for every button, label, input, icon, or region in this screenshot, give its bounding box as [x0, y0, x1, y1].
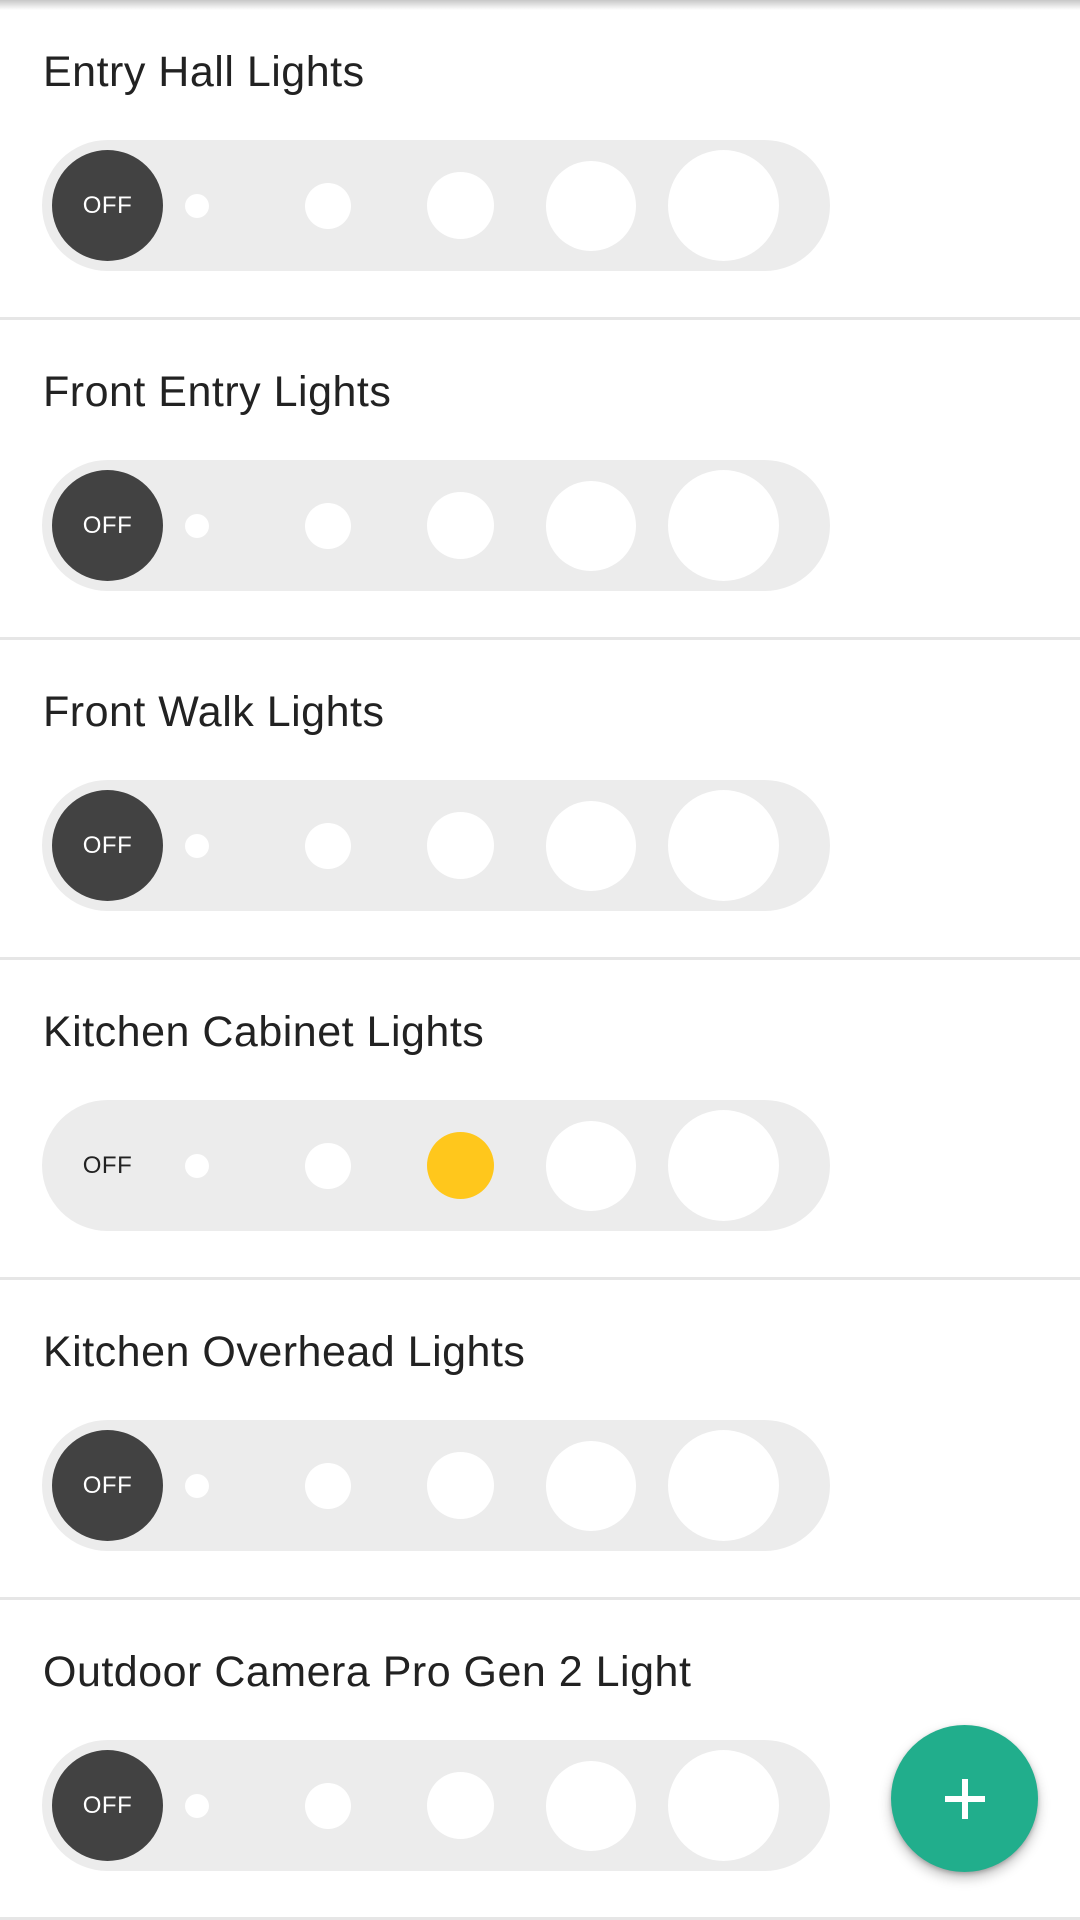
level-1-button[interactable]	[185, 1473, 209, 1498]
level-4-button[interactable]	[546, 160, 636, 251]
brightness-level-selector: OFF	[42, 780, 830, 911]
level-3-button[interactable]	[426, 1772, 494, 1839]
level-1-button[interactable]	[185, 513, 209, 538]
level-3-button[interactable]	[426, 1452, 494, 1519]
level-off-button[interactable]: OFF	[52, 1750, 163, 1861]
device-row: Front Entry Lights OFF	[0, 320, 1080, 640]
level-5-button[interactable]	[667, 1110, 779, 1221]
brightness-level-selector: OFF	[42, 1740, 830, 1871]
level-1-button[interactable]	[185, 1153, 209, 1178]
device-name: Front Walk Lights	[43, 688, 385, 736]
device-row: Kitchen Cabinet Lights OFF	[0, 960, 1080, 1280]
level-4-button[interactable]	[546, 480, 636, 571]
device-list: Entry Hall Lights OFF Front Entry Lights OF…	[0, 0, 1080, 1920]
level-5-button[interactable]	[667, 790, 779, 901]
off-label: OFF	[82, 1471, 133, 1499]
brightness-level-selector: OFF	[42, 1420, 830, 1551]
level-3-button[interactable]	[426, 492, 494, 559]
level-5-button[interactable]	[667, 1750, 779, 1861]
plus-icon	[944, 1778, 985, 1819]
off-label: OFF	[82, 191, 133, 219]
level-1-button[interactable]	[185, 1793, 209, 1818]
level-2-button[interactable]	[305, 502, 351, 549]
brightness-level-selector: OFF	[42, 140, 830, 271]
level-off-button[interactable]: OFF	[52, 150, 163, 261]
level-3-button[interactable]	[426, 1132, 494, 1199]
level-1-button[interactable]	[185, 833, 209, 858]
device-name: Front Entry Lights	[43, 368, 392, 416]
off-label: OFF	[82, 511, 133, 539]
device-name: Kitchen Cabinet Lights	[43, 1008, 485, 1056]
level-off-button[interactable]: OFF	[52, 1110, 163, 1221]
level-2-button[interactable]	[305, 1462, 351, 1509]
level-5-button[interactable]	[667, 150, 779, 261]
brightness-level-selector: OFF	[42, 460, 830, 591]
off-label: OFF	[82, 1151, 133, 1179]
level-4-button[interactable]	[546, 1440, 636, 1531]
device-name: Entry Hall Lights	[43, 48, 365, 96]
level-5-button[interactable]	[667, 1430, 779, 1541]
level-2-button[interactable]	[305, 1142, 351, 1189]
off-label: OFF	[82, 1791, 133, 1819]
off-label: OFF	[82, 831, 133, 859]
level-5-button[interactable]	[667, 470, 779, 581]
level-4-button[interactable]	[546, 800, 636, 891]
level-4-button[interactable]	[546, 1760, 636, 1851]
level-off-button[interactable]: OFF	[52, 790, 163, 901]
brightness-level-selector: OFF	[42, 1100, 830, 1231]
level-off-button[interactable]: OFF	[52, 1430, 163, 1541]
device-name: Outdoor Camera Pro Gen 2 Light	[43, 1648, 692, 1696]
device-row: Kitchen Overhead Lights OFF	[0, 1280, 1080, 1600]
device-name: Kitchen Overhead Lights	[43, 1328, 526, 1376]
add-device-button[interactable]	[891, 1725, 1038, 1872]
level-4-button[interactable]	[546, 1120, 636, 1211]
level-3-button[interactable]	[426, 172, 494, 239]
level-2-button[interactable]	[305, 822, 351, 869]
level-1-button[interactable]	[185, 193, 209, 218]
level-2-button[interactable]	[305, 182, 351, 229]
level-3-button[interactable]	[426, 812, 494, 879]
device-row: Entry Hall Lights OFF	[0, 0, 1080, 320]
app-bar-shadow	[0, 0, 1080, 10]
level-2-button[interactable]	[305, 1782, 351, 1829]
level-off-button[interactable]: OFF	[52, 470, 163, 581]
device-row: Front Walk Lights OFF	[0, 640, 1080, 960]
